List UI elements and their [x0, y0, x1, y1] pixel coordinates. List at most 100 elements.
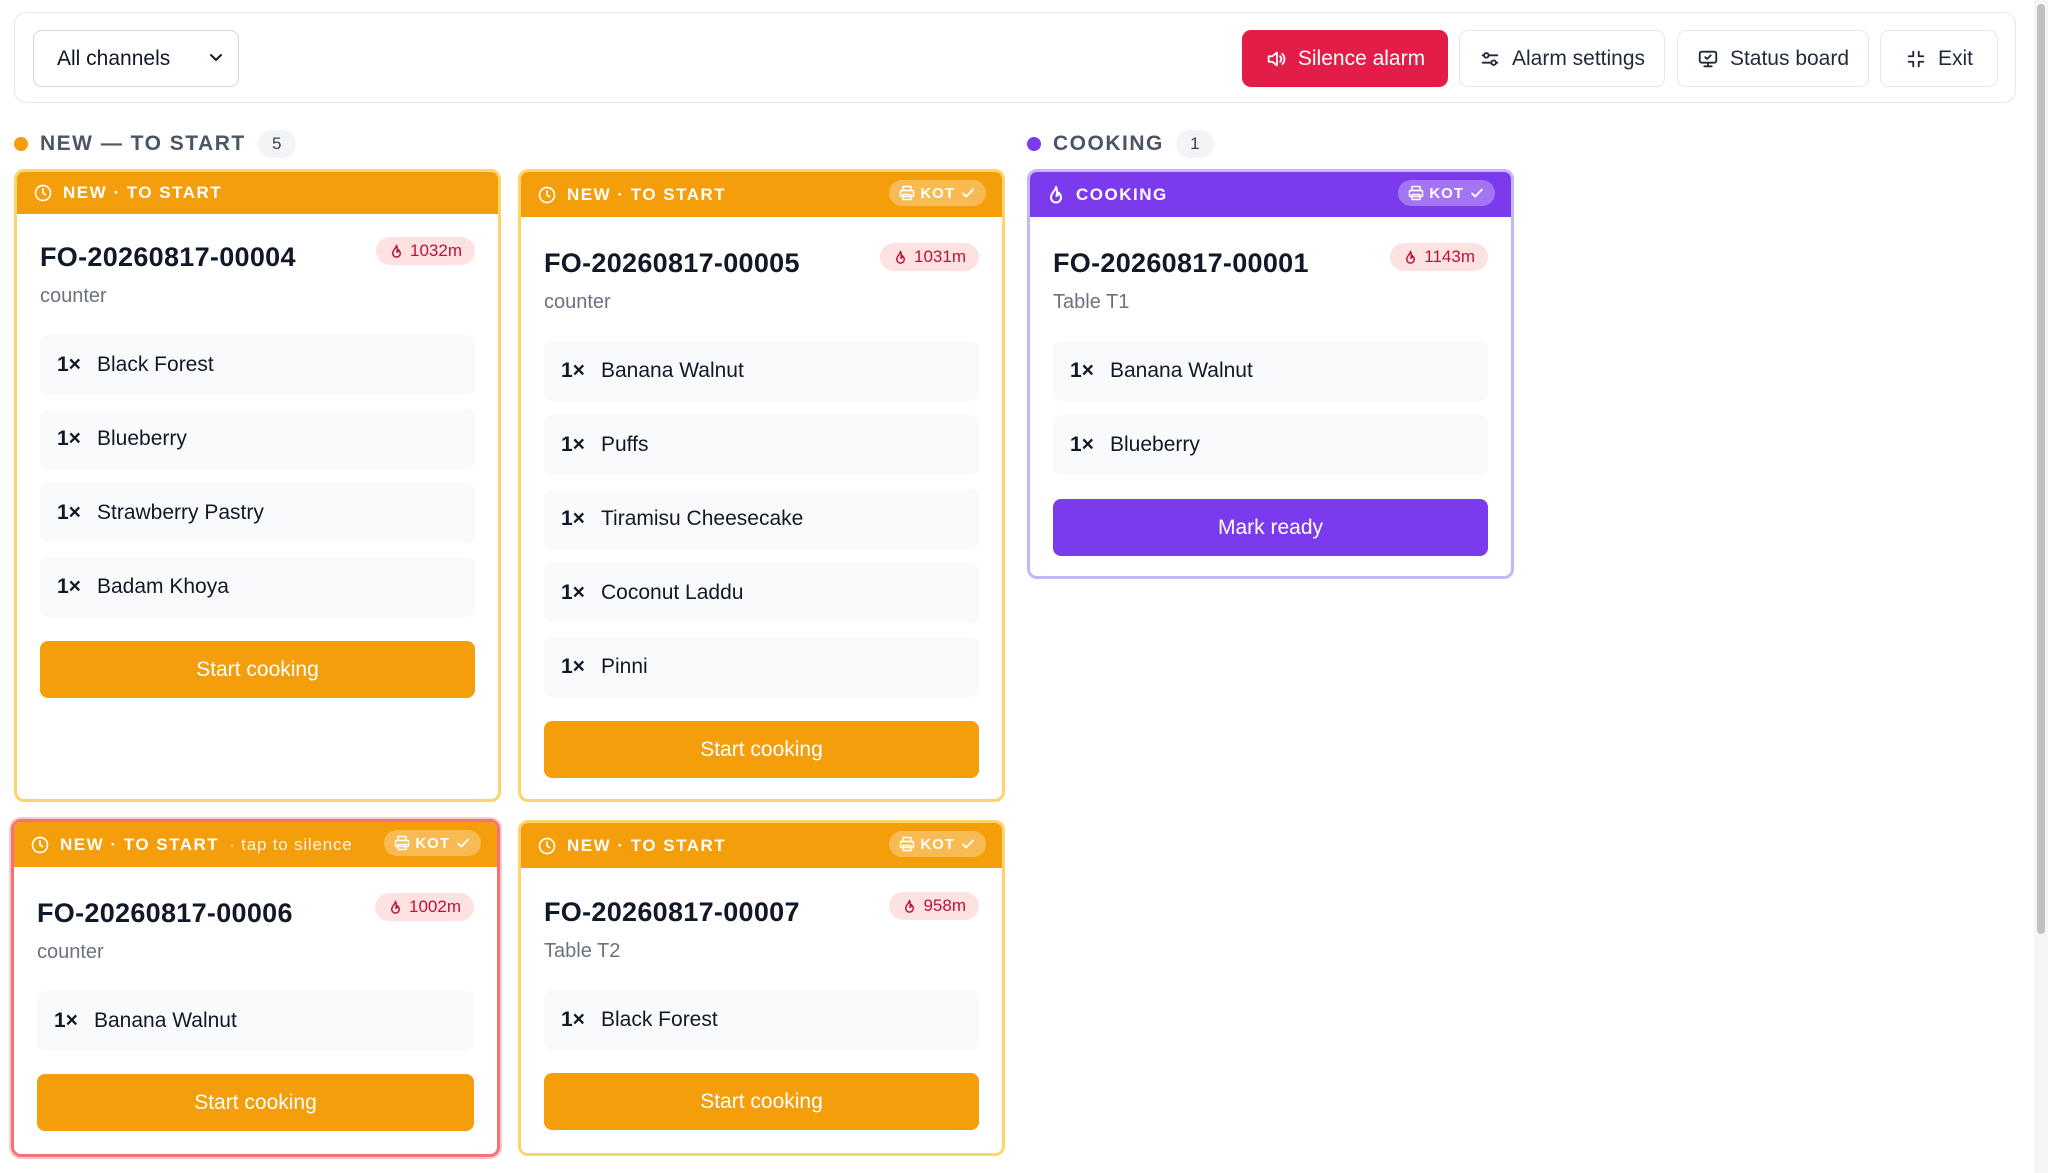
- flame-icon: [392, 244, 402, 258]
- sliders-icon: [1481, 51, 1499, 66]
- flame-icon: [391, 900, 401, 914]
- order-item: 1× Black Forest: [40, 335, 475, 395]
- order-source: counter: [37, 941, 104, 963]
- card-status-banner[interactable]: NEW · TO START · tap to silence KOT: [14, 822, 497, 867]
- kot-label: KOT: [920, 184, 955, 202]
- order-item: 1× Banana Walnut: [37, 991, 474, 1051]
- check-icon: [962, 839, 974, 849]
- order-number: FO-20260817-00007: [544, 897, 800, 927]
- check-icon: [457, 838, 469, 848]
- item-qty: 1×: [54, 1009, 78, 1032]
- chevron-down-icon: [210, 54, 222, 61]
- order-item: 1× Coconut Laddu: [544, 563, 979, 623]
- printer-icon: [900, 185, 915, 201]
- printer-icon: [395, 835, 410, 851]
- kot-badge[interactable]: KOT: [1398, 180, 1495, 206]
- monitor-icon: [1698, 50, 1718, 67]
- card-status-label: COOKING: [1076, 184, 1168, 204]
- alarm-settings-label: Alarm settings: [1511, 46, 1646, 70]
- item-name: Banana Walnut: [94, 1009, 237, 1032]
- item-qty: 1×: [561, 581, 585, 604]
- order-item: 1× Badam Khoya: [40, 557, 475, 617]
- item-qty: 1×: [57, 501, 81, 524]
- item-qty: 1×: [57, 427, 81, 450]
- order-item: 1× Black Forest: [544, 990, 979, 1050]
- order-source: Table T2: [544, 940, 621, 962]
- kot-badge[interactable]: KOT: [889, 180, 986, 206]
- order-card[interactable]: COOKING KOT FO-20260817-00001 1143m Tabl…: [1027, 169, 1514, 579]
- elapsed-timer-badge: 1032m: [376, 237, 475, 265]
- column-count-badge: 5: [257, 130, 296, 158]
- card-status-label: NEW · TO START: [567, 835, 727, 855]
- flame-icon: [905, 899, 915, 913]
- item-qty: 1×: [561, 359, 585, 382]
- card-status-banner: NEW · TO START KOT: [521, 172, 1002, 217]
- check-icon: [962, 188, 974, 198]
- clock-icon: [34, 184, 52, 202]
- mark-ready-button[interactable]: Mark ready: [1053, 499, 1488, 556]
- order-card[interactable]: NEW · TO START · tap to silence KOT FO-2…: [11, 819, 500, 1157]
- item-name: Black Forest: [601, 1008, 718, 1031]
- column-title: NEW — TO START: [40, 132, 246, 155]
- top-toolbar: All channels Silence alarm Alarm setting…: [14, 12, 2016, 103]
- elapsed-timer-value: 1002m: [409, 897, 461, 916]
- item-name: Puffs: [601, 433, 649, 456]
- kot-label: KOT: [920, 835, 955, 853]
- printer-icon: [900, 836, 915, 852]
- order-number: FO-20260817-00005: [544, 248, 800, 278]
- flame-icon: [896, 250, 906, 264]
- order-source: Table T1: [1053, 291, 1130, 313]
- check-icon: [1471, 188, 1483, 198]
- card-status-banner: NEW · TO START: [17, 172, 498, 214]
- flame-icon: [1050, 185, 1062, 203]
- column-count-badge: 1: [1175, 130, 1214, 158]
- start-cooking-button[interactable]: Start cooking: [37, 1074, 474, 1131]
- silence-alarm-label: Silence alarm: [1297, 46, 1426, 70]
- status-dot: [1027, 137, 1041, 151]
- card-status-label: NEW · TO START: [63, 183, 223, 202]
- order-number: FO-20260817-00004: [40, 242, 296, 272]
- item-qty: 1×: [561, 507, 585, 530]
- order-source: counter: [40, 285, 107, 307]
- item-name: Tiramisu Cheesecake: [601, 507, 804, 530]
- order-item: 1× Blueberry: [1053, 415, 1488, 475]
- start-cooking-button[interactable]: Start cooking: [544, 721, 979, 778]
- tap-to-silence-hint: · tap to silence: [229, 834, 353, 854]
- item-name: Banana Walnut: [1110, 359, 1253, 382]
- item-qty: 1×: [1070, 433, 1094, 456]
- clock-icon: [538, 186, 556, 203]
- item-qty: 1×: [561, 1008, 585, 1031]
- start-cooking-button[interactable]: Start cooking: [40, 641, 475, 698]
- order-item: 1× Strawberry Pastry: [40, 483, 475, 543]
- item-name: Pinni: [601, 655, 648, 678]
- order-card[interactable]: NEW · TO START FO-20260817-00004 1032m c…: [14, 169, 501, 802]
- exit-button[interactable]: Exit: [1880, 30, 1998, 87]
- scrollbar-thumb[interactable]: [2037, 4, 2045, 934]
- order-item: 1× Tiramisu Cheesecake: [544, 489, 979, 549]
- item-name: Blueberry: [97, 427, 187, 450]
- elapsed-timer-value: 1031m: [914, 247, 966, 266]
- elapsed-timer-value: 1032m: [410, 241, 462, 260]
- item-qty: 1×: [57, 353, 81, 376]
- item-qty: 1×: [57, 575, 81, 598]
- column-title: COOKING: [1053, 132, 1164, 155]
- clock-icon: [31, 836, 49, 853]
- order-card[interactable]: NEW · TO START KOT FO-20260817-00007 958…: [518, 820, 1005, 1156]
- kot-badge[interactable]: KOT: [889, 831, 986, 857]
- page-scrollbar[interactable]: [2034, 0, 2048, 1173]
- status-board-button[interactable]: Status board: [1677, 30, 1869, 87]
- order-card[interactable]: NEW · TO START KOT FO-20260817-00005 103…: [518, 169, 1005, 802]
- minimize-icon: [1907, 50, 1925, 67]
- start-cooking-button[interactable]: Start cooking: [544, 1073, 979, 1130]
- channel-select[interactable]: All channels: [33, 30, 239, 87]
- item-name: Banana Walnut: [601, 359, 744, 382]
- printer-icon: [1409, 185, 1424, 201]
- elapsed-timer-badge: 958m: [889, 892, 979, 920]
- column-header-cooking: COOKING 1: [1027, 129, 1214, 159]
- alarm-settings-button[interactable]: Alarm settings: [1459, 30, 1665, 87]
- kot-badge[interactable]: KOT: [384, 830, 481, 856]
- silence-alarm-button[interactable]: Silence alarm: [1242, 30, 1448, 87]
- item-name: Coconut Laddu: [601, 581, 744, 604]
- item-qty: 1×: [561, 433, 585, 456]
- clock-icon: [538, 837, 556, 854]
